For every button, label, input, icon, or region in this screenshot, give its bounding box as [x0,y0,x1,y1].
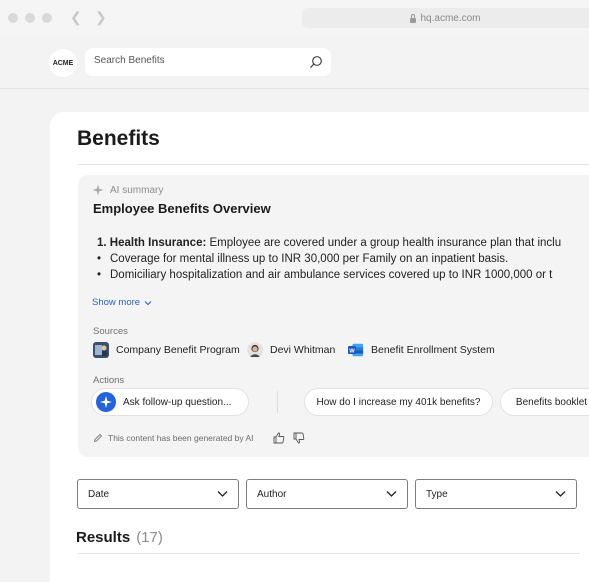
sources-label: Sources [93,326,128,337]
copilot-sparkle-icon [96,392,116,412]
item-heading: Health Insurance: [109,237,207,249]
summary-title: Employee Benefits Overview [93,201,271,216]
back-arrow-icon[interactable]: ❮ [70,9,82,26]
search-input[interactable] [94,55,294,66]
summary-item: 1. Health Insurance: Employee are covere… [97,235,561,251]
source-benefit-enrollment-system[interactable]: W Benefit Enrollment System [348,342,495,358]
ai-summary-header: AI summary [92,184,163,196]
source-label: Company Benefit Program [116,344,240,356]
bullet-dot: • [97,269,102,281]
filter-label: Author [257,489,287,500]
thumbs-up-icon[interactable] [273,432,285,444]
thumbs-down-icon[interactable] [293,432,305,444]
chevron-down-icon [386,491,397,497]
address-bar[interactable]: hq.acme.com [302,8,589,28]
ai-summary-label: AI summary [110,184,164,196]
suggestion-label: Benefits booklet [515,396,588,408]
filter-label: Type [426,489,448,500]
search-icon[interactable] [309,55,323,69]
source-company-benefit-program[interactable]: Company Benefit Program [93,342,240,358]
feedback-buttons [273,432,305,444]
actions-divider [277,391,278,413]
bullet-text: Coverage for mental illness up to INR 30… [110,253,509,265]
divider [78,164,589,165]
source-label: Benefit Enrollment System [371,344,495,356]
lock-icon [410,13,417,23]
chevron-down-icon [555,491,566,497]
person-avatar [247,342,263,358]
show-more-label: Show more [92,297,141,308]
results-heading: Results (17) [76,529,163,546]
summary-bullet: • Coverage for mental illness up to INR 3… [97,251,561,267]
divider [78,553,580,554]
document-thumbnail-icon [93,342,109,358]
app-header: ACME [0,36,589,89]
chevron-down-icon [144,300,152,305]
sparkle-icon [92,184,104,196]
ai-summary-panel: AI summary Employee Benefits Overview 1.… [78,175,589,457]
author-filter-dropdown[interactable]: Author [246,479,408,509]
window-close-dot[interactable] [8,13,18,23]
page-title: Benefits [77,127,160,150]
filter-label: Date [88,489,110,500]
forward-arrow-icon[interactable]: ❯ [95,9,107,26]
window-maximize-dot[interactable] [42,13,52,23]
main-card: Benefits AI summary Employee Benefits Ov… [50,112,589,582]
item-text: Employee are covered under a group healt… [206,237,562,249]
benefits-booklet-button[interactable]: Benefits booklet [500,388,589,416]
show-more-link[interactable]: Show more [92,297,152,308]
results-count: (17) [136,529,163,546]
summary-bullet: • Domiciliary hospitalization and air amb… [97,267,561,283]
suggestion-label: How do I increase my 401k benefits? [316,396,481,408]
search-box[interactable] [85,48,331,76]
browser-chrome: ❮ ❯ hq.acme.com [0,0,589,36]
type-filter-dropdown[interactable]: Type [415,479,577,509]
summary-body: 1. Health Insurance: Employee are covere… [97,235,561,283]
acme-logo[interactable]: ACME [49,49,77,77]
actions-label: Actions [93,375,125,386]
svg-text:W: W [349,348,355,354]
url-text: hq.acme.com [420,12,481,24]
bullet-text: Domiciliary hospitalization and air ambu… [110,269,553,281]
bullet-dot: • [97,253,102,265]
ask-follow-up-button[interactable]: Ask follow-up question... [91,388,249,416]
suggestion-401k-button[interactable]: How do I increase my 401k benefits? [304,388,493,416]
disclaimer-text: This content has been generated by AI [108,433,254,443]
source-devi-whitman[interactable]: Devi Whitman [247,342,335,358]
item-number: 1. [97,237,107,249]
pen-icon [93,433,103,443]
ask-follow-up-label: Ask follow-up question... [123,396,232,408]
ai-disclaimer: This content has been generated by AI [93,432,305,444]
chevron-down-icon [217,491,228,497]
date-filter-dropdown[interactable]: Date [77,479,239,509]
results-label: Results [76,529,131,546]
source-label: Devi Whitman [270,344,336,356]
word-document-icon: W [348,343,364,357]
window-minimize-dot[interactable] [25,13,35,23]
